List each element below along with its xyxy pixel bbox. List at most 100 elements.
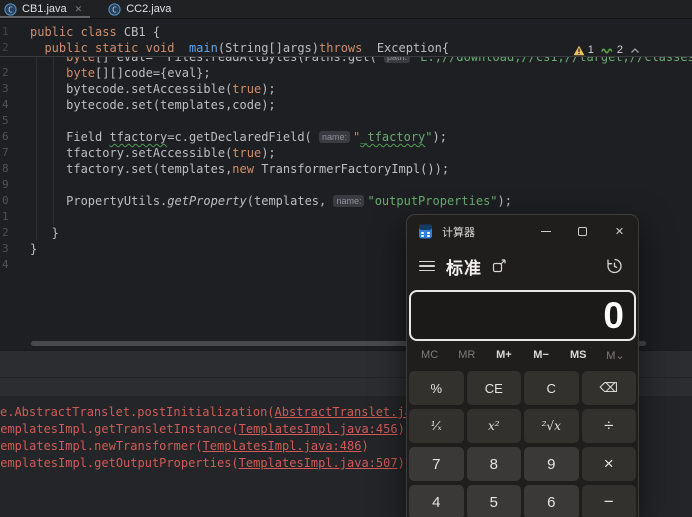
- calc-button-percent[interactable]: %: [409, 371, 464, 405]
- maximize-button[interactable]: [564, 215, 601, 248]
- code-line[interactable]: 0 PropertyUtils.getProperty(templates, n…: [0, 193, 692, 209]
- code-text: Field tfactory=c.getDeclaredField( name:…: [30, 129, 447, 145]
- code-line[interactable]: 1public class CB1 {: [0, 24, 692, 40]
- display-value: 0: [603, 295, 624, 337]
- line-number: 1: [0, 209, 30, 225]
- calc-button-seven[interactable]: 7: [409, 447, 464, 481]
- inlay-hint: name:: [333, 195, 364, 207]
- calc-button-reciprocal[interactable]: ¹⁄ₓ: [409, 409, 464, 443]
- svg-text:C: C: [112, 5, 117, 14]
- code-text: PropertyUtils.getProperty(templates, nam…: [30, 193, 512, 209]
- hamburger-menu-icon[interactable]: [414, 254, 440, 278]
- calculator-window: 计算器 ✕ 标准 0 MCMRM+M−MSM⌄ %CEC⌫¹⁄ₓx²²: [407, 215, 638, 517]
- code-text: byte[][]code={eval};: [30, 65, 211, 81]
- inlay-hint: path:: [384, 57, 410, 63]
- editor-tab-bar: C CB1.java ✕ C CC2.java: [0, 0, 692, 19]
- code-text: public class CB1 {: [30, 24, 160, 40]
- tab-cb1-java[interactable]: C CB1.java ✕: [0, 0, 90, 18]
- tab-label: CC2.java: [126, 3, 171, 15]
- code-line[interactable]: 4 bytecode.set(templates,code);: [0, 97, 692, 113]
- code-text: }: [30, 241, 37, 257]
- close-button[interactable]: ✕: [601, 215, 638, 248]
- code-line[interactable]: 6 Field tfactory=c.getDeclaredField( nam…: [0, 129, 692, 145]
- calculator-titlebar[interactable]: 计算器 ✕: [407, 215, 638, 248]
- calc-button-four[interactable]: 4: [409, 485, 464, 517]
- code-line[interactable]: 7 tfactory.setAccessible(true);: [0, 145, 692, 161]
- typo-squiggle-icon: [601, 46, 614, 54]
- minimize-icon: [541, 231, 551, 232]
- stack-trace-link[interactable]: TemplatesImpl.java:507: [239, 456, 398, 470]
- memory-add-button[interactable]: M+: [485, 349, 522, 361]
- calc-button-square[interactable]: x²: [467, 409, 522, 443]
- svg-text:C: C: [8, 5, 13, 14]
- line-number: 8: [0, 161, 30, 177]
- calculator-nav-row: 标准: [407, 248, 638, 284]
- inlay-hint: name:: [319, 131, 350, 143]
- memory-recall-button[interactable]: MR: [448, 349, 485, 361]
- code-line[interactable]: byte[] eval= Files.readAllBytes(Paths.ge…: [0, 57, 692, 65]
- calc-button-five[interactable]: 5: [467, 485, 522, 517]
- memory-dropdown-button[interactable]: M⌄: [597, 349, 634, 362]
- calc-button-subtract[interactable]: −: [582, 485, 637, 517]
- memory-clear-button[interactable]: MC: [411, 349, 448, 361]
- code-line[interactable]: 8 tfactory.set(templates,new Transformer…: [0, 161, 692, 177]
- line-number: 2: [0, 225, 30, 241]
- memory-subtract-button[interactable]: M−: [523, 349, 560, 361]
- memory-row: MCMRM+M−MSM⌄: [407, 343, 638, 367]
- tab-cc2-java[interactable]: C CC2.java: [104, 0, 179, 18]
- line-number: 5: [0, 113, 30, 129]
- java-class-icon: C: [108, 3, 121, 16]
- line-number: 4: [0, 257, 30, 273]
- code-text: bytecode.setAccessible(true);: [30, 81, 276, 97]
- calculator-display[interactable]: 0: [409, 290, 636, 341]
- ide-window: C CB1.java ✕ C CC2.java 1public class CB…: [0, 0, 692, 517]
- close-icon: ✕: [615, 225, 624, 238]
- line-number: 6: [0, 129, 30, 145]
- sticky-lines: 1public class CB1 {2 public static void …: [0, 20, 692, 57]
- calc-button-six[interactable]: 6: [524, 485, 579, 517]
- code-line[interactable]: 3 bytecode.setAccessible(true);: [0, 81, 692, 97]
- code-line[interactable]: 9: [0, 177, 692, 193]
- calc-button-square-root[interactable]: ²√x: [524, 409, 579, 443]
- code-text: bytecode.set(templates,code);: [30, 97, 276, 113]
- calc-button-backspace[interactable]: ⌫: [582, 371, 637, 405]
- line-number: 4: [0, 97, 30, 113]
- warning-count: 1: [588, 44, 594, 56]
- maximize-icon: [578, 227, 587, 236]
- line-number: 9: [0, 177, 30, 193]
- code-line[interactable]: 2 byte[][]code={eval};: [0, 65, 692, 81]
- line-number: 3: [0, 81, 30, 97]
- inspections-widget[interactable]: 1 2: [573, 42, 640, 58]
- stack-trace-link[interactable]: TemplatesImpl.java:456: [239, 422, 398, 436]
- calc-button-clear-entry[interactable]: CE: [467, 371, 522, 405]
- code-text: byte[] eval= Files.readAllBytes(Paths.ge…: [30, 57, 692, 65]
- mode-label: 标准: [446, 254, 482, 279]
- code-line[interactable]: 5: [0, 113, 692, 129]
- keep-on-top-icon[interactable]: [492, 259, 507, 273]
- calc-button-clear[interactable]: C: [524, 371, 579, 405]
- history-icon[interactable]: [606, 258, 623, 274]
- line-number: 0: [0, 193, 30, 209]
- line-number: 7: [0, 145, 30, 161]
- calculator-app-icon: [418, 224, 433, 239]
- code-text: tfactory.setAccessible(true);: [30, 145, 276, 161]
- code-text: public static void main(String[]args)thr…: [30, 40, 449, 56]
- code-text: tfactory.set(templates,new TransformerFa…: [30, 161, 449, 177]
- calc-button-multiply[interactable]: ×: [582, 447, 637, 481]
- warning-icon: [573, 45, 585, 56]
- line-number: 2: [0, 40, 30, 56]
- typo-count: 2: [617, 44, 623, 56]
- calc-button-nine[interactable]: 9: [524, 447, 579, 481]
- java-class-icon: C: [4, 3, 17, 16]
- chevron-up-icon[interactable]: [630, 47, 640, 54]
- tab-close-icon[interactable]: ✕: [75, 4, 83, 15]
- memory-store-button[interactable]: MS: [560, 349, 597, 361]
- calculator-title: 计算器: [442, 224, 475, 240]
- stack-trace-link[interactable]: TemplatesImpl.java:486: [203, 439, 362, 453]
- calculator-keypad: %CEC⌫ ¹⁄ₓx²²√x÷ 789× 456−: [407, 367, 638, 517]
- calc-button-eight[interactable]: 8: [467, 447, 522, 481]
- calc-button-divide[interactable]: ÷: [582, 409, 637, 443]
- line-number: 2: [0, 65, 30, 81]
- line-number: [0, 57, 30, 65]
- minimize-button[interactable]: [527, 215, 564, 248]
